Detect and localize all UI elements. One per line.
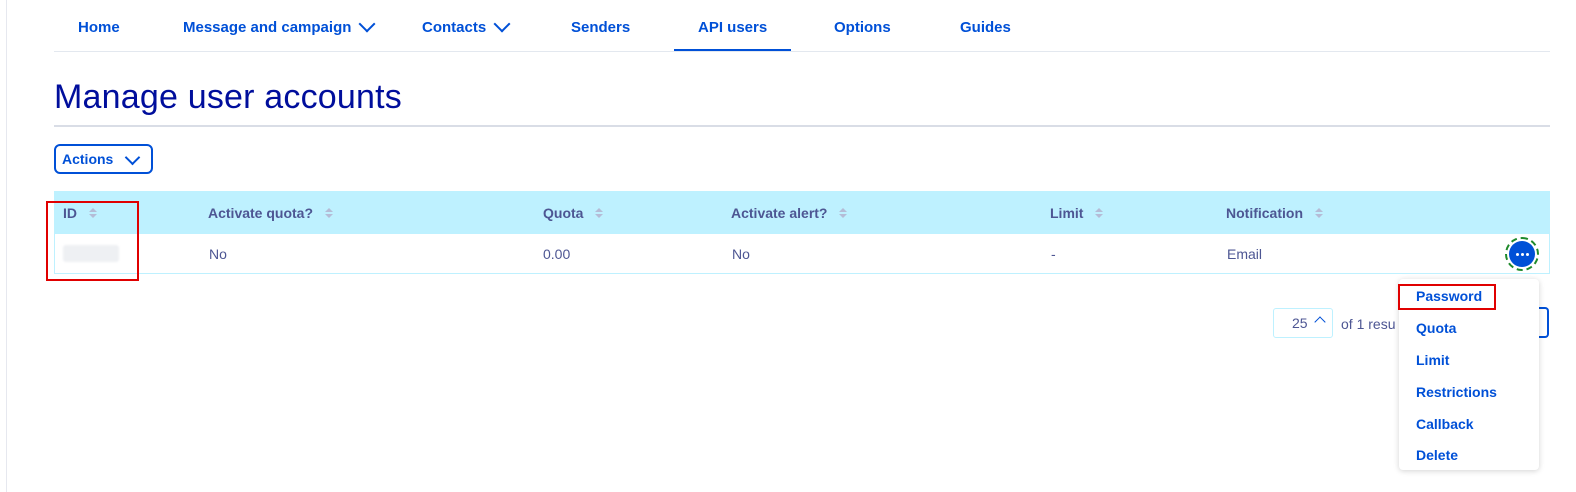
cell-activate-alert: No <box>732 246 750 262</box>
nav-senders-label: Senders <box>571 19 631 36</box>
nav-api-users-label: API users <box>698 19 768 36</box>
nav-home-label: Home <box>78 19 120 36</box>
menu-item-limit[interactable]: Limit <box>1416 352 1449 368</box>
sort-icon <box>595 208 604 218</box>
col-header-notification[interactable]: Notification <box>1226 205 1323 221</box>
menu-item-callback[interactable]: Callback <box>1416 416 1474 432</box>
redacted-id <box>63 245 119 262</box>
col-header-activate-quota[interactable]: Activate quota? <box>208 205 334 221</box>
nav-contacts[interactable]: Contacts <box>422 15 511 51</box>
cell-notification: Email <box>1227 246 1263 262</box>
more-horizontal-icon <box>1509 241 1535 267</box>
col-header-activate-alert-label: Activate alert? <box>731 205 828 221</box>
nav-guides-label: Guides <box>960 19 1011 36</box>
page-size-select[interactable]: 25 <box>1273 308 1333 338</box>
menu-item-delete[interactable]: Delete <box>1416 447 1458 463</box>
chevron-up-down-icon <box>1313 316 1326 328</box>
chevron-down-icon <box>125 149 141 165</box>
nav-message-label: Message and campaign <box>183 19 352 36</box>
col-header-limit[interactable]: Limit <box>1050 205 1104 221</box>
sort-icon <box>839 208 848 218</box>
sort-icon <box>1315 208 1323 218</box>
actions-label: Actions <box>62 151 114 167</box>
results-count: of 1 resu <box>1341 316 1396 332</box>
nav-contacts-label: Contacts <box>422 19 487 36</box>
cell-quota: 0.00 <box>543 246 571 262</box>
page-size-value: 25 <box>1292 315 1308 331</box>
col-header-id[interactable]: ID <box>63 205 97 221</box>
nav-senders[interactable]: Senders <box>571 19 630 51</box>
table-header: ID Activate quota? Quota Activate alert?… <box>54 191 1550 234</box>
menu-item-password[interactable]: Password <box>1416 288 1482 304</box>
top-nav: Home Message and campaign Contacts Sende… <box>54 0 1550 52</box>
col-header-limit-label: Limit <box>1050 205 1084 221</box>
user-accounts-table: ID Activate quota? Quota Activate alert?… <box>54 191 1550 274</box>
chevron-down-icon <box>358 15 376 33</box>
menu-item-restrictions[interactable]: Restrictions <box>1416 384 1497 400</box>
nav-home[interactable]: Home <box>78 19 120 51</box>
col-header-quota[interactable]: Quota <box>543 205 604 221</box>
cell-activate-quota: No <box>209 246 227 262</box>
menu-item-quota[interactable]: Quota <box>1416 320 1456 336</box>
col-header-activate-alert[interactable]: Activate alert? <box>731 205 848 221</box>
title-divider <box>54 125 1550 127</box>
row-more-button[interactable] <box>1505 237 1539 271</box>
sort-icon <box>325 208 334 218</box>
col-header-quota-label: Quota <box>543 205 584 221</box>
col-header-activate-quota-label: Activate quota? <box>208 205 314 221</box>
chevron-down-icon <box>493 15 511 33</box>
sort-icon <box>1095 208 1104 218</box>
cell-limit: - <box>1051 246 1056 262</box>
nav-message-and-campaign[interactable]: Message and campaign <box>183 15 376 51</box>
col-header-id-label: ID <box>63 205 77 221</box>
row-actions-menu: Password Quota Limit Restrictions Callba… <box>1399 279 1539 470</box>
sort-icon <box>89 208 97 218</box>
actions-dropdown-button[interactable]: Actions <box>54 144 153 174</box>
nav-api-users[interactable]: API users <box>673 19 792 51</box>
page-left-border <box>6 0 7 492</box>
col-header-notification-label: Notification <box>1226 205 1303 221</box>
page-title: Manage user accounts <box>54 78 402 116</box>
table-row: No 0.00 No - Email <box>54 234 1550 274</box>
nav-guides[interactable]: Guides <box>960 19 1011 51</box>
nav-options[interactable]: Options <box>834 19 891 51</box>
nav-options-label: Options <box>834 19 891 36</box>
